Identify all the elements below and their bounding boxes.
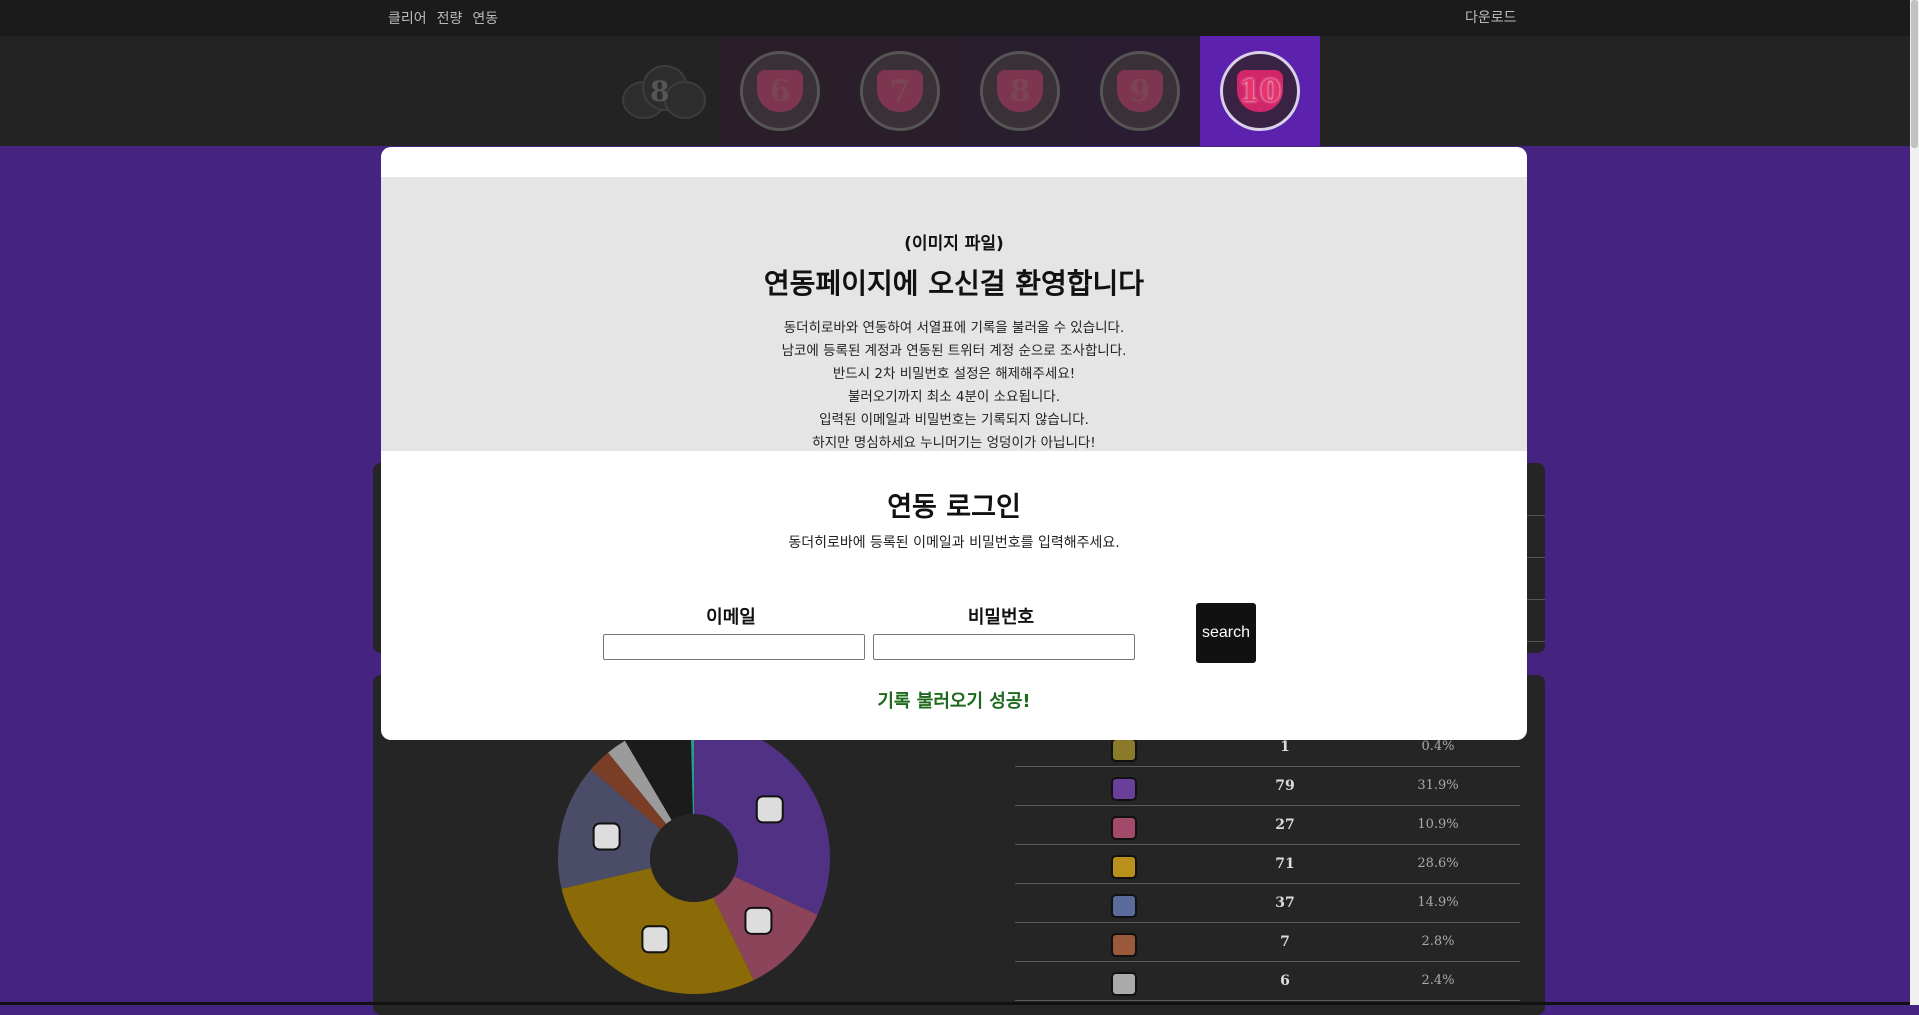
stats-row: 71 28.6% — [1015, 845, 1520, 884]
grade-icon — [1111, 816, 1137, 840]
modal-notes: 동더히로바와 연동하여 서열표에 기록을 불러올 수 있습니다. 남코에 등록된… — [381, 317, 1527, 455]
top-nav-bar — [0, 0, 1919, 36]
note-line: 하지만 명심하세요 누니머기는 엉덩이가 아닙니다! — [812, 435, 1096, 451]
oni-badge-icon: 8 — [980, 51, 1060, 131]
vertical-scrollbar[interactable] — [1910, 0, 1919, 1005]
grade-icon — [1111, 777, 1137, 801]
login-description: 동더히로바에 등록된 이메일과 비밀번호를 입력해주세요. — [788, 535, 1120, 551]
download-link[interactable]: 다운로드 — [1465, 0, 1517, 36]
password-label: 비밀번호 — [967, 607, 1035, 628]
nav-full[interactable]: 전량 — [437, 8, 463, 28]
search-button[interactable]: search — [1196, 603, 1256, 663]
oni-badge-icon: 7 — [860, 51, 940, 131]
stats-table: 1 0.4% 79 31.9% 27 10.9% 71 28.6% 37 14.9% 7 2.8% 6 2… — [1015, 728, 1520, 1001]
grade-icon — [1111, 855, 1137, 879]
modal-subtitle: (이미지 파일) — [904, 234, 1004, 254]
password-field[interactable] — [873, 634, 1135, 660]
oni-badge-icon: 6 — [740, 51, 820, 131]
note-line: 남코에 등록된 계정과 연동된 트위터 계정 순으로 조사합니다. — [781, 343, 1127, 359]
note-line: 동더히로바와 연동하여 서열표에 기록을 불러올 수 있습니다. — [783, 320, 1125, 336]
stats-count: 79 — [1275, 778, 1295, 794]
grade-icon — [744, 906, 773, 935]
oni-badge-icon: 10 — [1220, 51, 1300, 131]
grade-icon — [641, 925, 670, 954]
donut-chart — [558, 722, 830, 994]
link-modal: (이미지 파일) 연동페이지에 오신걸 환영합니다 동더히로바와 연동하여 서열… — [381, 147, 1527, 740]
donut-hole — [650, 814, 738, 902]
tab-level-7[interactable]: 7 — [840, 36, 960, 146]
stats-row: 6 2.4% — [1015, 962, 1520, 1001]
stats-count: 27 — [1275, 817, 1295, 833]
nav-clear[interactable]: 클리어 — [388, 8, 427, 28]
email-field[interactable] — [603, 634, 865, 660]
scrollbar-thumb[interactable] — [1911, 0, 1918, 148]
stats-row: 37 14.9% — [1015, 884, 1520, 923]
grade-icon — [1111, 894, 1137, 918]
stats-percent: 31.9% — [1417, 778, 1459, 793]
modal-title: 연동페이지에 오신걸 환영합니다 — [763, 267, 1145, 300]
status-message: 기록 불러오기 성공! — [877, 691, 1031, 712]
tab-level-10[interactable]: 10 — [1200, 36, 1320, 146]
stats-percent: 14.9% — [1417, 895, 1459, 910]
stats-row: 27 10.9% — [1015, 806, 1520, 845]
tab-level-8[interactable]: 8 — [960, 36, 1080, 146]
note-line: 불러오기까지 최소 4분이 소요됩니다. — [847, 389, 1061, 405]
note-line: 입력된 이메일과 비밀번호는 기록되지 않습니다. — [819, 412, 1089, 428]
stats-row: 7 2.8% — [1015, 923, 1520, 962]
stats-count: 37 — [1275, 895, 1295, 911]
grade-icon — [1111, 738, 1137, 762]
modal-header: (이미지 파일) 연동페이지에 오신걸 환영합니다 동더히로바와 연동하여 서열… — [381, 177, 1527, 451]
grade-icon — [592, 822, 621, 851]
tab-level-9[interactable]: 9 — [1080, 36, 1200, 146]
oni-badge-icon: 9 — [1100, 51, 1180, 131]
cloud-icon: 8 — [616, 63, 706, 119]
top-nav: 클리어 전량 연동 — [388, 0, 498, 36]
stats-percent: 2.8% — [1421, 934, 1455, 949]
tab-level-6[interactable]: 6 — [720, 36, 840, 146]
stats-percent: 28.6% — [1417, 856, 1459, 871]
nav-link[interactable]: 연동 — [472, 8, 498, 28]
stats-count: 71 — [1275, 856, 1295, 872]
grade-icon — [1111, 933, 1137, 957]
grade-icon — [1111, 972, 1137, 996]
login-title: 연동 로그인 — [887, 492, 1021, 523]
stats-count: 7 — [1280, 934, 1290, 950]
stats-percent: 10.9% — [1417, 817, 1459, 832]
email-label: 이메일 — [706, 607, 756, 628]
stats-count: 6 — [1280, 973, 1290, 989]
tab-level-cloud-8[interactable]: 8 — [600, 36, 720, 146]
note-line: 반드시 2차 비밀번호 설정은 해제해주세요! — [832, 366, 1076, 382]
stats-percent: 2.4% — [1421, 973, 1455, 988]
grade-icon — [755, 795, 784, 824]
stats-row: 79 31.9% — [1015, 767, 1520, 806]
